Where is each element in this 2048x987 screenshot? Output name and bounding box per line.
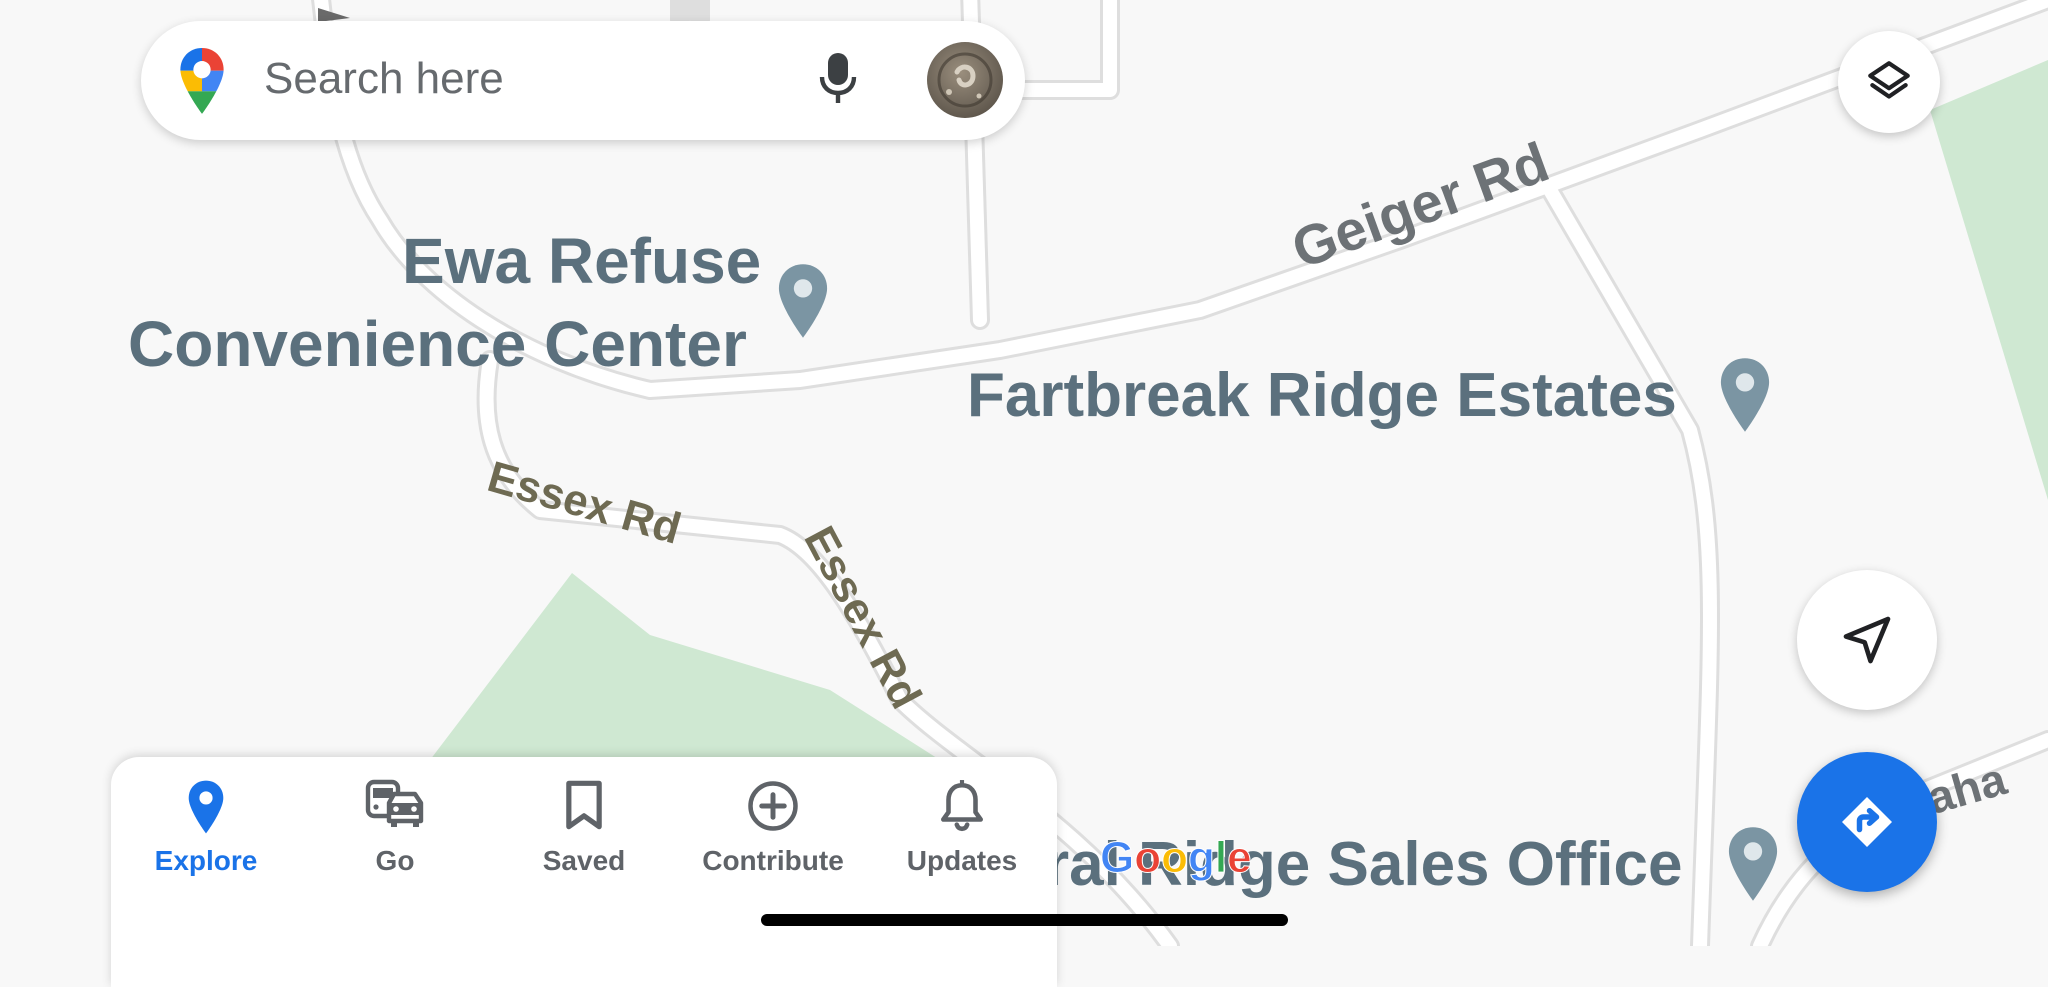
navigation-arrow-icon — [1843, 616, 1891, 664]
poi-pin-icon[interactable] — [775, 262, 831, 340]
layers-icon — [1868, 61, 1910, 99]
map-fragment — [318, 8, 350, 22]
nav-label-contribute: Contribute — [702, 845, 844, 876]
directions-button[interactable] — [1797, 752, 1937, 892]
nav-explore[interactable]: Explore — [111, 757, 301, 897]
nav-contribute[interactable]: Contribute — [678, 757, 868, 897]
google-logo-letter: l — [1214, 833, 1228, 882]
google-logo-letter: o — [1134, 833, 1162, 882]
bottom-navigation: Explore Go Saved Contribute Updates — [111, 757, 1057, 987]
bookmark-icon — [566, 780, 602, 830]
explore-pin-icon — [188, 780, 224, 834]
google-attribution-logo: Google — [1099, 833, 1253, 882]
my-location-button[interactable] — [1797, 570, 1937, 710]
nav-updates[interactable]: Updates — [867, 757, 1057, 897]
avatar-image-icon — [937, 52, 993, 108]
nav-label-go: Go — [375, 845, 415, 876]
layers-button[interactable] — [1838, 31, 1940, 133]
search-bar[interactable] — [141, 21, 1025, 140]
poi-label-ewa-line2[interactable]: Convenience Center — [128, 312, 747, 376]
nav-label-updates: Updates — [906, 845, 1018, 876]
nav-saved[interactable]: Saved — [489, 757, 679, 897]
nav-label-saved: Saved — [542, 845, 626, 876]
google-logo-letter: G — [1099, 833, 1135, 882]
google-logo-letter: o — [1161, 833, 1189, 882]
poi-pin-icon[interactable] — [1717, 356, 1773, 434]
nav-go[interactable]: Go — [300, 757, 490, 897]
nav-label-explore: Explore — [154, 845, 258, 876]
poi-label-ewa-line1[interactable]: Ewa Refuse — [402, 229, 761, 293]
commute-icon — [365, 779, 424, 827]
microphone-icon[interactable] — [818, 51, 858, 107]
google-logo-letter: g — [1188, 833, 1216, 882]
poi-pin-icon[interactable] — [1725, 825, 1781, 903]
google-maps-logo-icon — [180, 48, 224, 114]
directions-icon — [1842, 797, 1892, 847]
avatar[interactable] — [927, 42, 1003, 118]
search-input[interactable] — [264, 49, 904, 109]
google-logo-letter: e — [1227, 833, 1253, 882]
home-indicator[interactable] — [761, 914, 1288, 926]
park-area-east — [1930, 60, 2048, 500]
bell-icon — [941, 780, 983, 832]
add-circle-icon — [748, 781, 798, 831]
poi-label-fartbreak[interactable]: Fartbreak Ridge Estates — [967, 365, 1677, 427]
